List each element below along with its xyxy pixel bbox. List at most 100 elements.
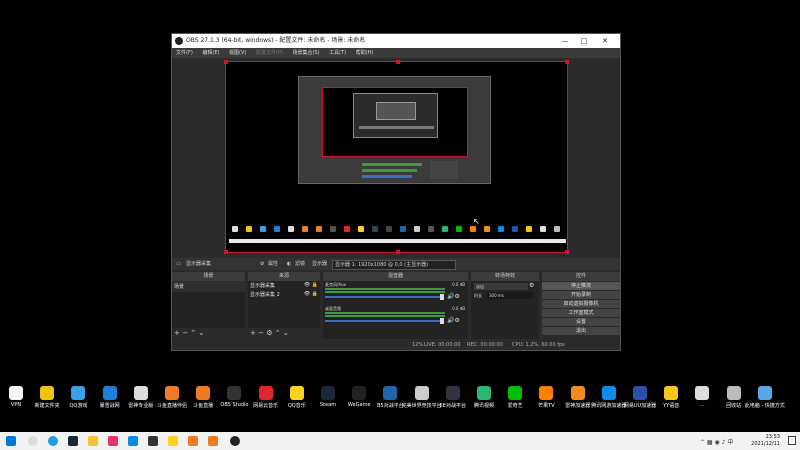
nested-preview	[322, 87, 468, 157]
audio-mixer: 麦克风/Aux 0.0 dB 🔊⚙ 桌面音频 0.0 dB 🔊⚙	[323, 281, 468, 339]
network-status: 12%	[412, 342, 424, 348]
close-button[interactable]: ✕	[596, 34, 614, 48]
nested-meter	[362, 175, 412, 178]
start-recording-button[interactable]: 开始录制	[542, 291, 620, 299]
volume-slider[interactable]	[325, 320, 440, 322]
filter-icon: ◐	[287, 261, 292, 267]
scene-item[interactable]: 场景	[172, 281, 245, 292]
source-item[interactable]: 显示器采集 👁 🔒	[248, 281, 320, 290]
date: 2021/12/11	[751, 441, 780, 447]
speaker-icon[interactable]: 🔊⚙	[447, 293, 460, 300]
resize-handle[interactable]	[224, 250, 228, 254]
menu-view[interactable]: 视图(V)	[229, 50, 246, 56]
app-icon	[664, 386, 679, 400]
windows-start-icon[interactable]	[6, 436, 16, 446]
volume-slider-handle[interactable]	[440, 318, 444, 324]
add-scene-button[interactable]: +	[174, 329, 180, 337]
transition-select[interactable]: 淡出	[474, 283, 528, 290]
duration-label: 时长	[474, 293, 482, 298]
resize-handle[interactable]	[396, 250, 400, 254]
source-item[interactable]: 显示器采集 2 👁 🔒	[248, 290, 320, 299]
desktop-shortcut[interactable]: 此电脑 - 快捷方式	[743, 386, 787, 409]
status-bar: 12% LIVE: 00:00:00 REC: 00:00:00 CPU: 1.…	[172, 340, 620, 350]
resize-handle[interactable]	[396, 60, 400, 64]
explorer-icon[interactable]	[88, 436, 98, 446]
desktop-icons: VPN 新建文件夹 QQ游戏 暴雪战网 雷神专业版 斗鱼直播伴侣 斗鱼直播 OBS Studi…	[0, 386, 800, 426]
filters-button[interactable]: 滤镜	[295, 258, 305, 270]
app-icon	[71, 386, 86, 400]
add-source-button[interactable]: +	[250, 329, 256, 337]
obs-icon[interactable]	[230, 436, 240, 446]
channel-db: 0.0 dB	[452, 306, 465, 311]
app-icon	[289, 386, 304, 400]
nested-taskbar	[359, 126, 434, 129]
transitions-panel-title: 转场特效	[471, 272, 539, 281]
app-icon[interactable]	[108, 436, 118, 446]
resize-handle[interactable]	[224, 60, 228, 64]
maximize-button[interactable]: □	[575, 34, 593, 48]
move-down-button[interactable]: ⌄	[198, 329, 204, 337]
rec-timer: REC: 00:00:00	[467, 342, 503, 348]
resize-handle[interactable]	[565, 60, 569, 64]
qq-icon[interactable]	[128, 436, 138, 446]
nested-meter	[362, 169, 417, 172]
app-icon	[227, 386, 242, 400]
menu-file[interactable]: 文件(F)	[176, 50, 193, 56]
scenes-list: 场景	[172, 281, 245, 328]
minimize-button[interactable]: —	[556, 34, 574, 48]
app-icon	[321, 386, 335, 400]
app-icon	[352, 386, 367, 400]
source-toolbar: ▭ 显示器采集 ⚙ 属性 ◐ 滤镜 显示器 显示器 1: 1920x1080 @…	[172, 258, 620, 270]
menu-scene-collection[interactable]: 场景集合(S)	[292, 50, 319, 56]
app-icon	[40, 386, 55, 400]
app-icon	[570, 386, 585, 400]
taskbar-clock[interactable]: 23:53 2021/12/11	[751, 434, 780, 448]
menu-help[interactable]: 帮助(H)	[356, 50, 374, 56]
app-icon	[601, 386, 616, 400]
nested-obs-capture	[298, 76, 491, 184]
display-label: 显示器	[312, 261, 328, 267]
move-down-button[interactable]: ⌄	[283, 329, 289, 337]
menu-tools[interactable]: 工具(T)	[329, 50, 346, 56]
live-timer: LIVE: 00:00:00	[424, 342, 461, 348]
gear-icon[interactable]: ⚙	[529, 282, 534, 289]
edge-icon[interactable]	[48, 436, 58, 446]
notification-icon[interactable]	[788, 436, 796, 445]
douyu-icon[interactable]	[208, 436, 218, 446]
stop-streaming-button[interactable]: 停止推流	[542, 282, 620, 290]
wegame-icon[interactable]	[148, 436, 158, 446]
volume-slider-handle[interactable]	[440, 294, 444, 300]
remove-source-button[interactable]: −	[258, 329, 264, 337]
nested-window	[376, 102, 416, 120]
app-icon[interactable]	[168, 436, 178, 446]
speaker-icon[interactable]: 🔊⚙	[447, 317, 460, 324]
remove-scene-button[interactable]: −	[182, 329, 188, 337]
menu-edit[interactable]: 编辑(E)	[202, 50, 219, 56]
scenes-panel-title: 场景	[172, 272, 245, 281]
taskbar: ⌃ ▦ ◉ ♪ 中 23:53 2021/12/11	[0, 432, 800, 450]
settings-button[interactable]: 设置	[542, 318, 620, 326]
steam-icon[interactable]	[68, 436, 78, 446]
app-icon	[477, 386, 491, 400]
captured-taskbar	[229, 239, 566, 243]
douyu-icon[interactable]	[188, 436, 198, 446]
time: 23:53	[765, 434, 780, 440]
studio-mode-button[interactable]: 工作室模式	[542, 309, 620, 317]
level-meter	[325, 315, 445, 317]
preview-canvas[interactable]: ↖	[224, 60, 569, 254]
menu-profile[interactable]: 配置文件(P)	[256, 50, 283, 56]
gear-icon[interactable]: ⚙	[266, 329, 272, 337]
start-virtual-camera-button[interactable]: 启动虚拟摄像机	[542, 300, 620, 308]
search-icon[interactable]	[28, 436, 38, 446]
channel-db: 0.0 dB	[452, 282, 465, 287]
move-up-button[interactable]: ⌃	[275, 329, 281, 337]
properties-button[interactable]: 属性	[268, 258, 278, 270]
tray-icons[interactable]: ⌃ ▦ ◉ ♪ 中	[700, 437, 733, 446]
resize-handle[interactable]	[565, 250, 569, 254]
move-up-button[interactable]: ⌃	[190, 329, 196, 337]
controls-panel-title: 控件	[542, 272, 620, 281]
exit-button[interactable]: 退出	[542, 327, 620, 335]
display-select[interactable]: 显示器 1: 1920x1080 @ 0,0 (主显示器)	[332, 260, 456, 270]
volume-slider[interactable]	[325, 296, 440, 298]
duration-input[interactable]: 300 ms	[487, 292, 533, 299]
